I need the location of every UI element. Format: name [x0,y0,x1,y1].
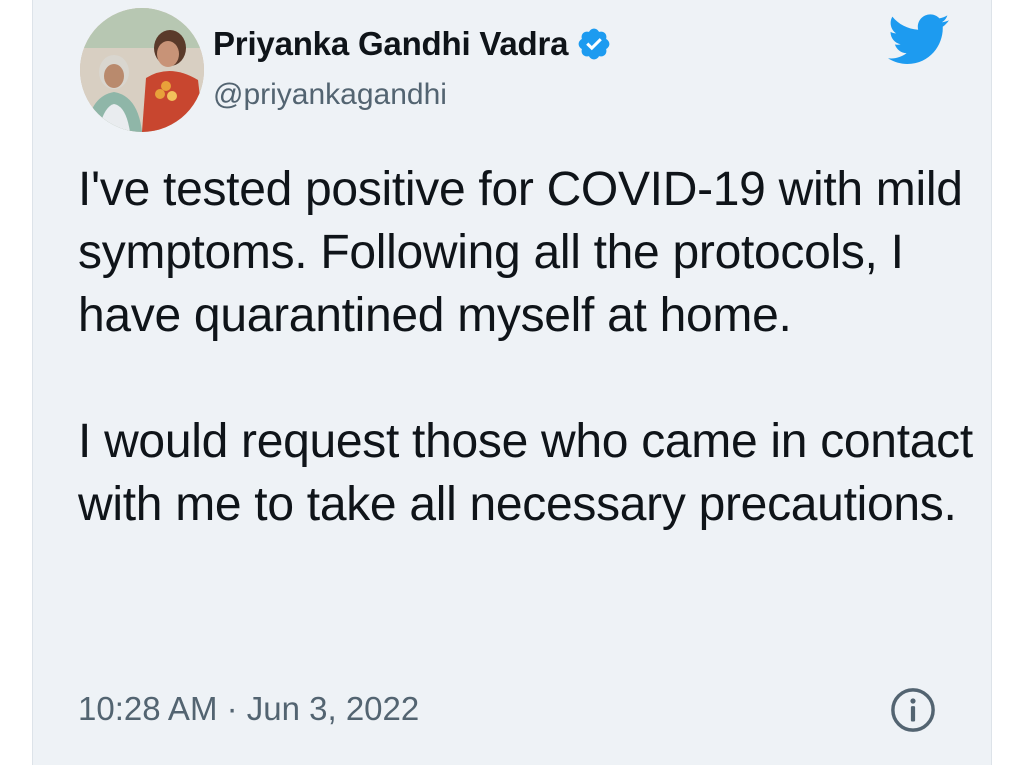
avatar-photo [80,8,204,132]
author-block: Priyanka Gandhi Vadra @priyankagandhi [213,22,612,112]
tweet-body: I've tested positive for COVID-19 with m… [78,158,973,536]
twitter-bird-icon[interactable] [888,14,950,66]
tweet-paragraph-2: I would request those who came in contac… [78,415,973,531]
author-avatar[interactable] [80,8,204,132]
tweet-timestamp[interactable]: 10:28 AM · Jun 3, 2022 [78,690,419,728]
info-icon[interactable] [890,687,936,733]
author-handle[interactable]: @priyankagandhi [213,78,612,112]
verified-badge-icon [578,28,610,60]
tweet-paragraph-1: I've tested positive for COVID-19 with m… [78,163,963,342]
author-display-name[interactable]: Priyanka Gandhi Vadra [213,25,568,63]
name-row: Priyanka Gandhi Vadra [213,22,612,66]
tweet-card: Priyanka Gandhi Vadra @priyankagandhi I'… [32,0,992,765]
